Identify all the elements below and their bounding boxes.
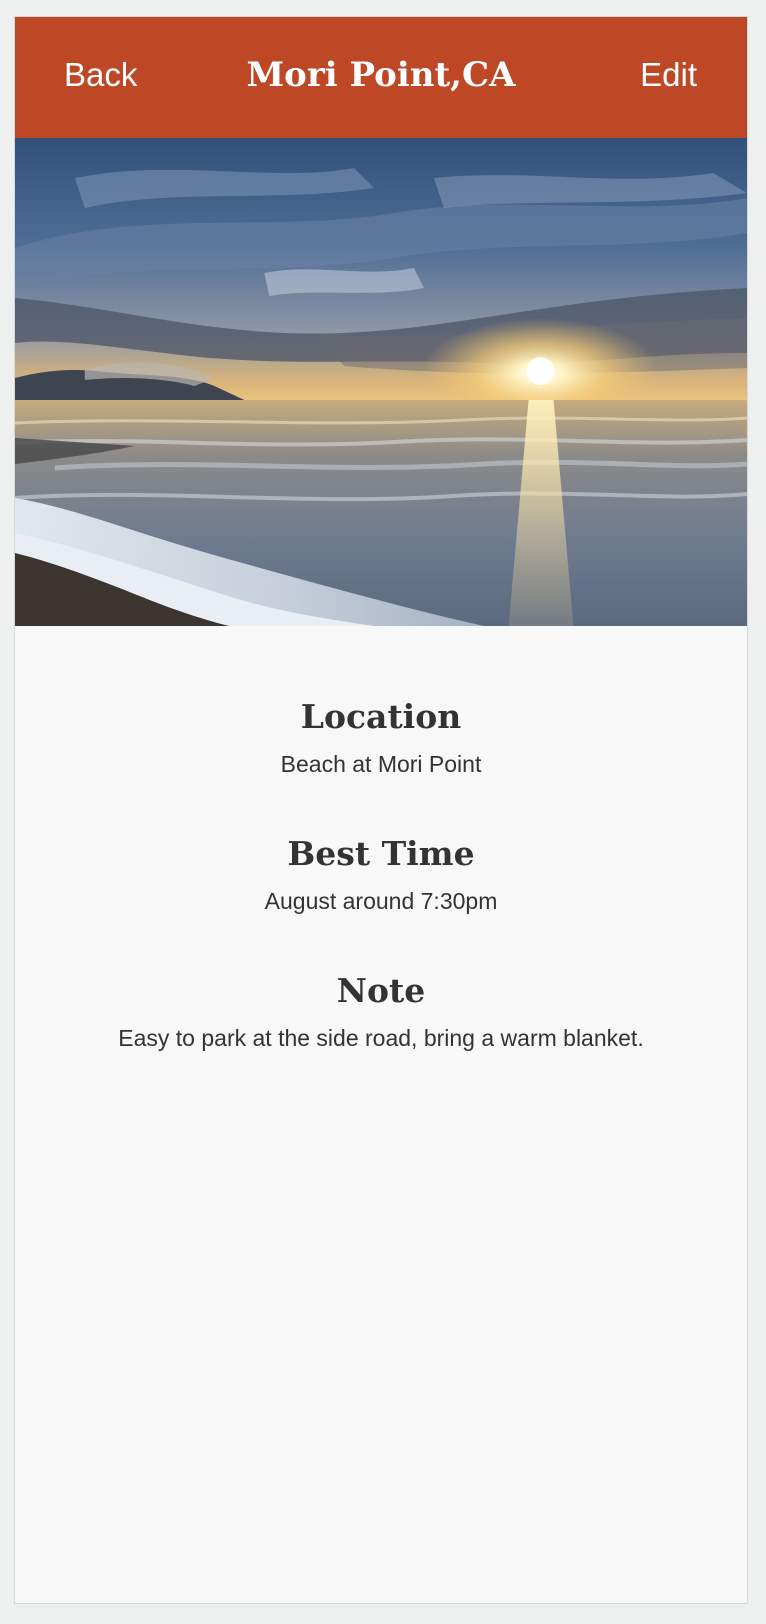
back-button[interactable]: Back — [64, 55, 137, 95]
edit-button[interactable]: Edit — [640, 55, 697, 95]
hero-photo — [15, 138, 747, 626]
note-heading: Note — [336, 971, 426, 1010]
location-section: Location Beach at Mori Point — [15, 697, 747, 779]
best-time-value: August around 7:30pm — [264, 888, 498, 914]
location-value: Beach at Mori Point — [280, 751, 482, 777]
location-heading: Location — [300, 697, 462, 736]
best-time-section: Best Time August around 7:30pm — [15, 834, 747, 916]
note-value: Easy to park at the side road, bring a w… — [118, 1025, 644, 1051]
phone-screen: Back Mori Point,CA Edit Location Beach a… — [14, 16, 748, 1604]
spot-details: Location Beach at Mori Point Best Time A… — [15, 697, 747, 1108]
best-time-heading: Best Time — [287, 834, 475, 873]
note-section: Note Easy to park at the side road, brin… — [15, 971, 747, 1053]
navigation-bar: Back Mori Point,CA Edit — [15, 17, 747, 138]
